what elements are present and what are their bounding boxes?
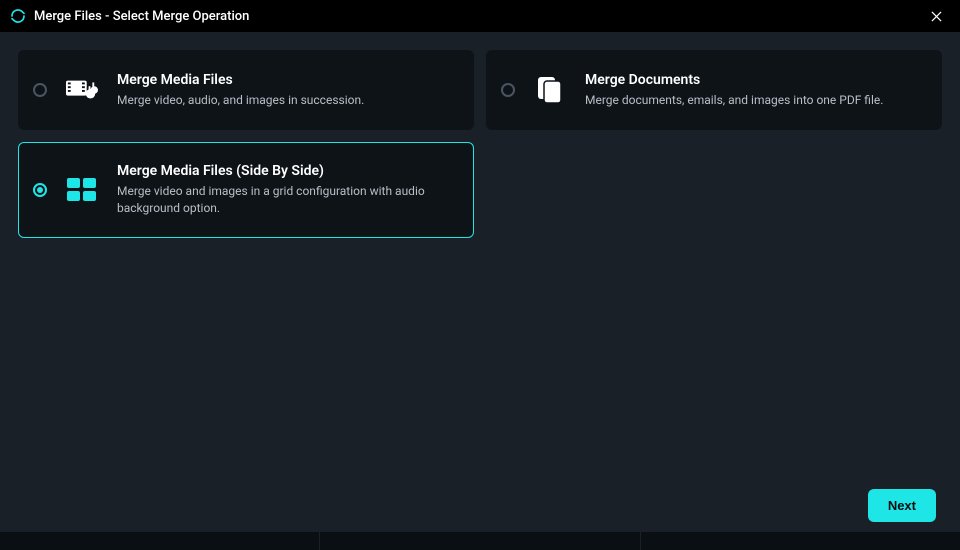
titlebar: Merge Files - Select Merge Operation: [0, 0, 960, 32]
radio-merge-sidebyside[interactable]: [33, 183, 47, 197]
option-merge-sidebyside[interactable]: Merge Media Files (Side By Side) Merge v…: [18, 142, 474, 238]
footer: Next: [868, 489, 936, 522]
grid-icon: [65, 173, 99, 207]
option-title: Merge Documents: [585, 72, 923, 88]
close-button[interactable]: [922, 2, 950, 30]
bottom-strip: [0, 532, 960, 550]
next-button[interactable]: Next: [868, 489, 936, 522]
documents-icon: [533, 73, 567, 107]
option-desc: Merge video, audio, and images in succes…: [117, 92, 455, 109]
media-files-icon: [65, 73, 99, 107]
option-title: Merge Media Files: [117, 72, 455, 88]
option-merge-media[interactable]: Merge Media Files Merge video, audio, an…: [18, 50, 474, 130]
radio-merge-documents[interactable]: [501, 83, 515, 97]
option-title: Merge Media Files (Side By Side): [117, 163, 455, 179]
close-icon: [931, 11, 942, 22]
option-desc: Merge documents, emails, and images into…: [585, 92, 923, 109]
radio-merge-media[interactable]: [33, 83, 47, 97]
option-desc: Merge video and images in a grid configu…: [117, 183, 455, 217]
window-title: Merge Files - Select Merge Operation: [34, 9, 922, 24]
app-refresh-icon: [10, 8, 26, 24]
options-grid: Merge Media Files Merge video, audio, an…: [0, 32, 960, 256]
option-merge-documents[interactable]: Merge Documents Merge documents, emails,…: [486, 50, 942, 130]
